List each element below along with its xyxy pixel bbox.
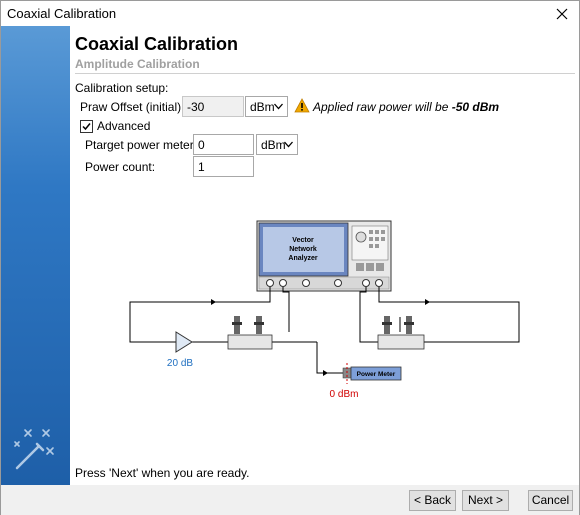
magic-wand-icon [14, 429, 54, 470]
next-button[interactable]: Next > [462, 490, 509, 511]
advanced-label: Advanced [97, 119, 151, 133]
checkmark-icon [82, 123, 91, 131]
warning-value: -50 dBm [451, 100, 500, 114]
instruction-text: Press 'Next' when you are ready. [75, 466, 250, 480]
cancel-button[interactable]: Cancel [528, 490, 573, 511]
back-button[interactable]: < Back [409, 490, 456, 511]
wizard-content: Coaxial Calibration Amplitude Calibratio… [70, 26, 579, 485]
signal-wires [129, 287, 520, 374]
applied-power-warning: Applied raw power will be -50 dBm [313, 100, 499, 114]
signal-arrows [211, 299, 430, 376]
ptarget-unit-value: dBm [261, 138, 286, 152]
praw-offset-label: Praw Offset (initial): [80, 100, 185, 114]
power-meter-label: Power Meter [357, 371, 396, 378]
coupler-right [377, 316, 425, 350]
coupler-left [227, 316, 273, 350]
amplifier [175, 331, 193, 353]
ptarget-unit-select[interactable]: dBm [256, 134, 298, 155]
chevron-down-icon [274, 103, 283, 110]
power-count-label: Power count: [85, 160, 156, 174]
praw-offset-field[interactable]: -30 [182, 96, 244, 117]
wizard-window: Coaxial Calibration Coaxial Calibration … [0, 0, 580, 515]
button-bar: < Back Next > Cancel [1, 485, 579, 515]
power-meter-reading: 0 dBm [330, 389, 359, 400]
ptarget-field[interactable]: 0 [193, 134, 254, 155]
praw-unit-select[interactable]: dBm [245, 96, 288, 117]
calibration-setup-label: Calibration setup: [75, 81, 169, 95]
title-bar: Coaxial Calibration [1, 1, 579, 26]
warning-icon [294, 98, 310, 113]
page-subtitle: Amplitude Calibration [75, 57, 200, 71]
vna-instrument: Vector Network Analyzer [256, 220, 392, 292]
close-button[interactable] [545, 1, 579, 26]
power-count-field[interactable]: 1 [193, 156, 254, 177]
chevron-down-icon [284, 141, 293, 148]
warning-prefix: Applied raw power will be [313, 100, 449, 114]
power-meter [342, 366, 402, 381]
header-divider [75, 73, 575, 74]
page-title: Coaxial Calibration [75, 34, 239, 54]
advanced-checkbox[interactable] [80, 120, 93, 133]
vna-label-line3: Analyzer [288, 255, 317, 262]
praw-unit-value: dBm [250, 100, 275, 114]
window-title: Coaxial Calibration [7, 6, 117, 21]
amplifier-gain-label: 20 dB [167, 358, 193, 369]
ptarget-label: Ptarget power meter: [85, 138, 198, 152]
vna-label-line1: Vector [292, 237, 314, 244]
wizard-sidebar [1, 26, 70, 485]
vna-label-line2: Network [289, 246, 317, 253]
close-icon [556, 8, 568, 19]
